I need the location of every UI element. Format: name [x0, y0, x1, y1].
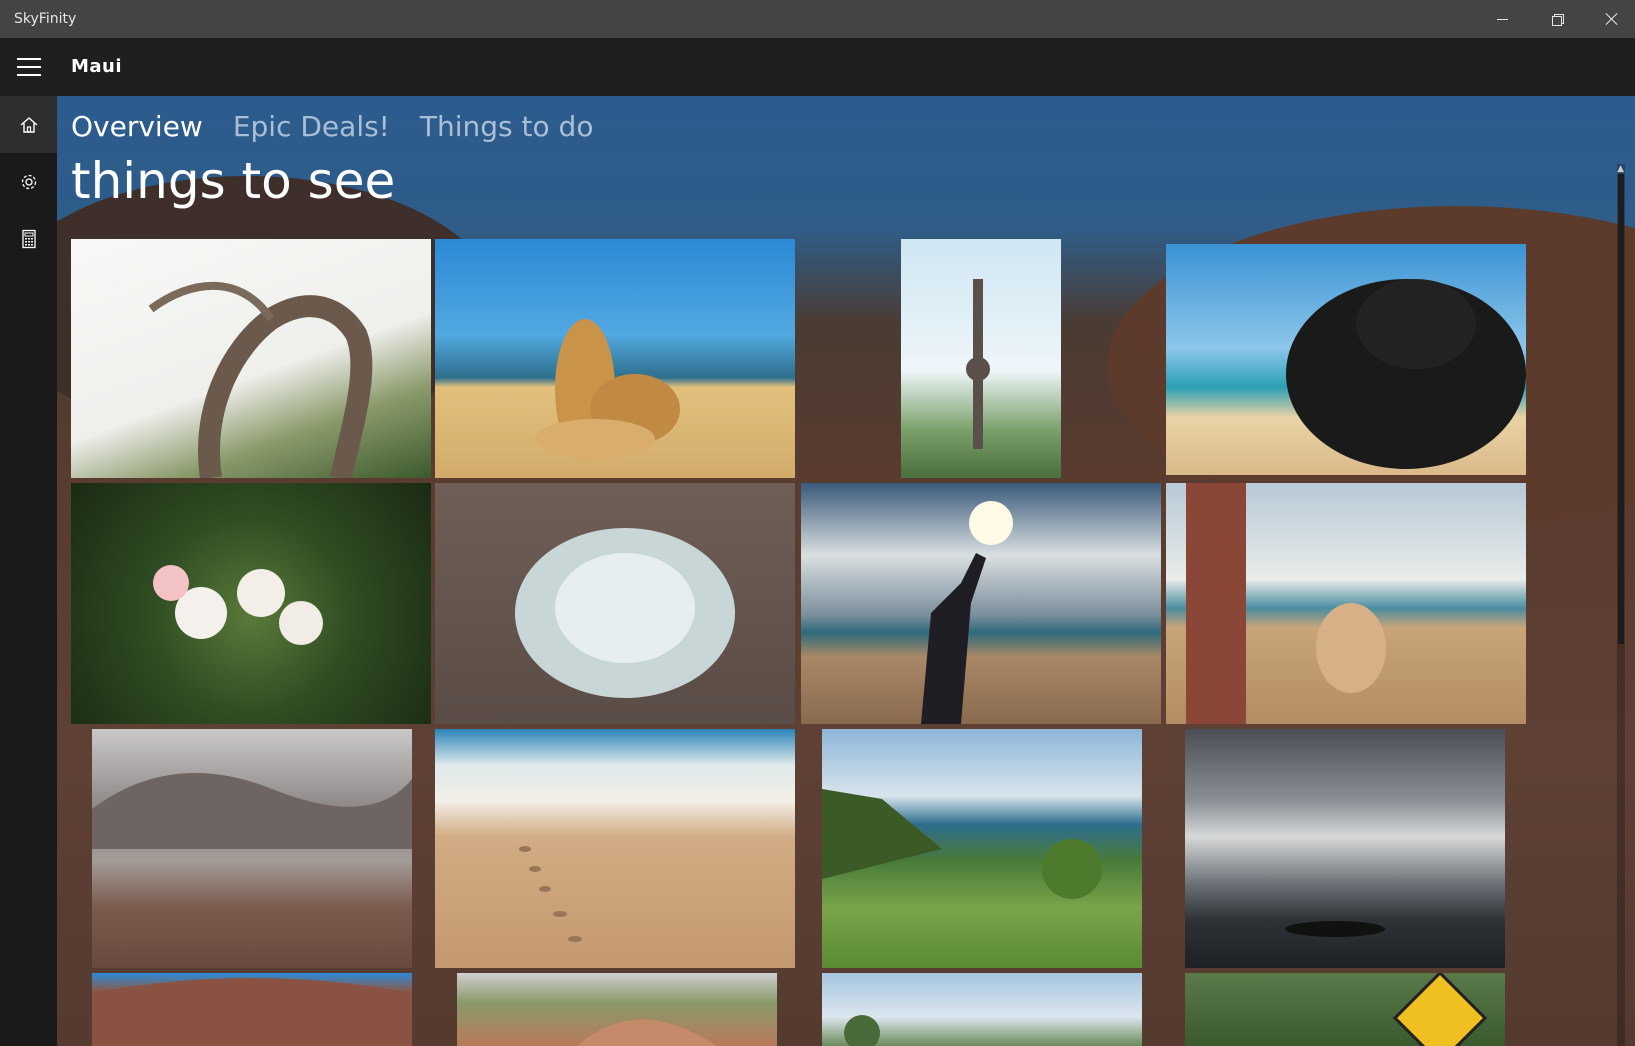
photo-tile[interactable] [801, 483, 1161, 724]
close-button[interactable] [1589, 0, 1635, 38]
scroll-up-arrow-icon[interactable]: ▲ [1617, 164, 1624, 174]
photo-tile[interactable] [822, 973, 1142, 1046]
page-title: Maui [71, 56, 123, 77]
coastal-cliffs-photo [822, 789, 1102, 899]
home-icon [20, 116, 37, 133]
vertical-scrollbar[interactable] [1617, 164, 1625, 1046]
hamburger-icon [16, 58, 41, 60]
tab-things-to-do[interactable]: Things to do [420, 110, 594, 143]
photo-tile[interactable] [71, 483, 431, 724]
app-title: SkyFinity [14, 11, 77, 27]
palm-coast-photo [844, 1015, 880, 1046]
haleakala-crater-photo [92, 773, 412, 849]
photo-tile[interactable] [71, 239, 431, 478]
restore-icon [1551, 13, 1564, 26]
close-icon [1605, 12, 1619, 26]
pivot-tabs: Overview Epic Deals! Things to do [71, 110, 593, 143]
section-title: things to see [71, 152, 396, 210]
photo-tile[interactable] [457, 973, 777, 1046]
photo-tile[interactable] [435, 483, 795, 724]
hamburger-menu-button[interactable] [0, 38, 57, 96]
title-bar: SkyFinity [0, 0, 1635, 38]
silversword-plant-photo [515, 528, 735, 698]
restore-button[interactable] [1534, 0, 1580, 38]
photo-tile[interactable] [1166, 483, 1526, 724]
photo-tile[interactable] [1185, 973, 1505, 1046]
photo-tile[interactable] [92, 729, 412, 968]
navigation-rail [0, 96, 57, 1046]
photo-tile[interactable] [92, 973, 412, 1046]
minimize-button[interactable] [1479, 0, 1525, 38]
photo-tile[interactable] [435, 729, 795, 968]
nav-settings[interactable] [0, 153, 57, 210]
nav-calculator[interactable] [0, 210, 57, 267]
beach-coral-rocks-photo [535, 319, 680, 459]
sun-rays-clouds-photo [1285, 921, 1385, 937]
calculator-icon [21, 229, 36, 248]
footprints-in-sand-photo [519, 846, 582, 942]
crater-valley-photo [577, 1019, 717, 1046]
minimize-icon [1496, 18, 1508, 20]
photo-tile[interactable] [435, 239, 795, 478]
red-crater-hills-photo [92, 978, 412, 1046]
tab-overview[interactable]: Overview [71, 110, 203, 143]
stacking-coral-photo [1186, 483, 1386, 724]
photo-tile[interactable] [1166, 244, 1526, 475]
app-header: Maui [0, 38, 1635, 96]
photo-tile[interactable] [822, 729, 1142, 968]
content-area: Overview Epic Deals! Things to do things… [57, 96, 1635, 1046]
scrollbar-thumb[interactable] [1618, 174, 1624, 644]
gear-icon [21, 174, 36, 189]
tab-epic-deals[interactable]: Epic Deals! [233, 110, 390, 143]
twisted-tree-photo [148, 281, 373, 478]
nav-home[interactable] [0, 96, 57, 153]
man-drinking-water-photo [921, 501, 1013, 724]
road-warning-sign-photo [1392, 973, 1488, 1046]
plumeria-flowers-photo [153, 565, 323, 645]
photo-tile[interactable] [1185, 729, 1505, 968]
sun-hat-photo [1286, 279, 1526, 469]
statue-acrobats-photo [966, 279, 990, 449]
photo-tile[interactable] [901, 239, 1061, 478]
